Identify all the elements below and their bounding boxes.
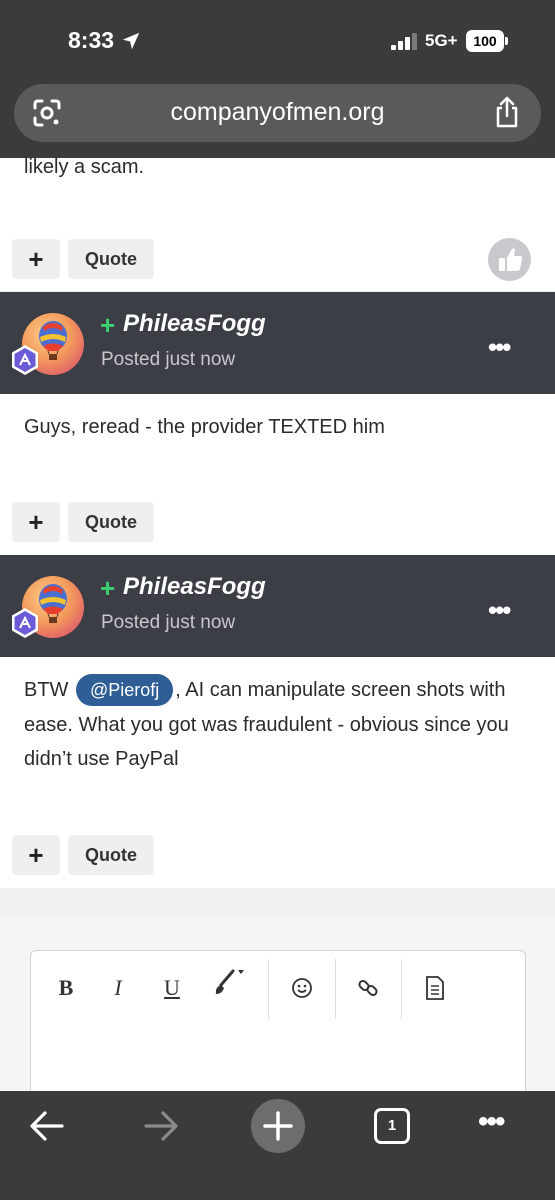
document-icon[interactable] (424, 975, 446, 1001)
italic-button[interactable]: I (103, 973, 133, 1003)
plus-icon (263, 1111, 293, 1141)
like-button[interactable] (488, 238, 531, 281)
forward-arrow-icon[interactable] (142, 1107, 180, 1145)
member-plus-icon: + (100, 310, 116, 340)
hot-air-balloon-icon (39, 584, 67, 623)
post-header: + PhileasFogg Posted just now ••• (0, 292, 555, 394)
location-arrow-icon (122, 32, 140, 50)
post-body: BTW @Pierofj, AI can manipulate screen s… (24, 673, 539, 777)
link-icon[interactable] (356, 976, 380, 1000)
quote-button[interactable]: Quote (68, 239, 154, 279)
reply-area: B I U (0, 918, 555, 1091)
post-timestamp: Posted just now (101, 349, 236, 370)
rank-badge-icon (12, 608, 38, 638)
post-body: Guys, reread - the provider TEXTED him (24, 416, 385, 438)
author-name[interactable]: PhileasFogg (123, 573, 266, 601)
back-arrow-icon[interactable] (28, 1107, 66, 1145)
more-menu-icon[interactable]: ••• (478, 1105, 505, 1139)
bold-button[interactable]: B (51, 973, 81, 1003)
post-card: + PhileasFogg Posted just now ••• BTW @P… (0, 555, 555, 888)
address-bar[interactable]: companyofmen.org (14, 84, 541, 142)
toolbar-divider (401, 959, 402, 1019)
thumbs-up-icon (499, 248, 523, 271)
url-text[interactable]: companyofmen.org (14, 98, 541, 127)
hot-air-balloon-icon (39, 321, 67, 360)
browser-bottom-bar: 1 ••• (0, 1091, 555, 1200)
quote-button[interactable]: Quote (68, 835, 154, 875)
post-timestamp: Posted just now (101, 612, 236, 633)
toolbar-divider (268, 959, 269, 1019)
member-plus-icon: + (100, 573, 116, 603)
cellular-signal-icon (391, 33, 417, 50)
battery-nub (505, 37, 508, 45)
multiquote-button[interactable]: + (12, 239, 60, 279)
emoji-icon[interactable] (290, 976, 314, 1000)
battery-icon: 100 (466, 30, 504, 52)
more-options-icon[interactable]: ••• (488, 334, 511, 360)
forum-thread: likely a scam. + Quote + PhileasFogg Pos… (0, 158, 555, 1091)
author-name[interactable]: PhileasFogg (123, 310, 266, 338)
multiquote-button[interactable]: + (12, 502, 60, 542)
new-tab-button[interactable] (251, 1099, 305, 1153)
partial-post: likely a scam. + Quote (0, 158, 555, 291)
user-mention[interactable]: @Pierofj (76, 674, 174, 706)
status-time: 8:33 (68, 27, 115, 53)
toolbar-divider (335, 959, 336, 1019)
network-type: 5G+ (425, 31, 458, 50)
multiquote-button[interactable]: + (12, 835, 60, 875)
post-header: + PhileasFogg Posted just now ••• (0, 555, 555, 657)
rank-badge-icon (12, 345, 38, 375)
share-icon[interactable] (493, 96, 521, 128)
post-text: BTW (24, 679, 74, 701)
post-card: + PhileasFogg Posted just now ••• Guys, … (0, 292, 555, 555)
browser-top-bar: 8:33 5G+ 100 companyofmen.org (0, 0, 555, 158)
text-color-brush-icon[interactable] (211, 967, 247, 999)
post-text: likely a scam. (24, 158, 145, 178)
tab-switcher-button[interactable]: 1 (374, 1108, 410, 1144)
quote-button[interactable]: Quote (68, 502, 154, 542)
more-options-icon[interactable]: ••• (488, 597, 511, 623)
reply-editor[interactable]: B I U (30, 950, 526, 1091)
underline-button[interactable]: U (157, 973, 187, 1003)
